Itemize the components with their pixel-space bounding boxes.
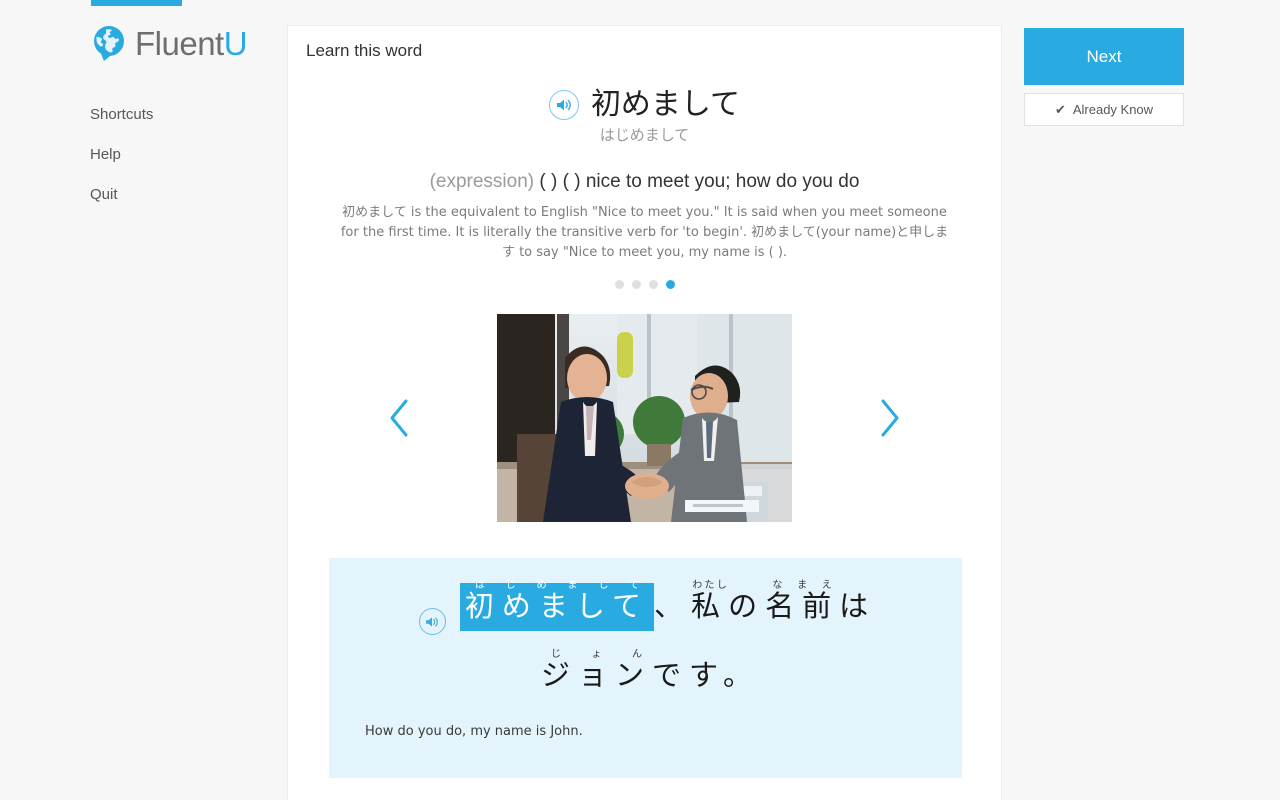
speaker-icon[interactable]	[548, 90, 579, 121]
pager-dot-1[interactable]	[614, 279, 624, 289]
example-japanese-line-2: ジョンじょんです。	[541, 649, 761, 692]
definition-pager	[288, 279, 1001, 289]
headword: 初めまして	[590, 87, 741, 122]
example-line-1: 初めましてはじめまして、私わたしの名前なまえは	[329, 580, 962, 635]
sidebar-item-shortcuts[interactable]: Shortcuts	[90, 106, 153, 123]
right-panel: Next ✔ Already Know	[1002, 6, 1280, 800]
check-icon: ✔	[1054, 101, 1066, 117]
learn-card: Learn this word 初めまして はじめまして (expression…	[287, 25, 1002, 800]
sidebar-nav: Shortcuts Help Quit	[90, 106, 153, 226]
example-token-no: の	[728, 589, 766, 623]
sidebar-item-help[interactable]: Help	[90, 146, 153, 163]
example-token-john[interactable]: ジョンじょん	[541, 649, 652, 692]
example-sentence-box: 初めましてはじめまして、私わたしの名前なまえは ジョンじょんです。 How do…	[329, 558, 962, 778]
logo-wordmark: FluentU	[135, 24, 248, 62]
chevron-left-icon[interactable]	[388, 398, 410, 438]
example-translation: How do you do, my name is John.	[365, 724, 583, 739]
next-button[interactable]: Next	[1024, 28, 1184, 85]
pager-dot-4[interactable]	[665, 279, 675, 289]
word-header: 初めまして はじめまして	[288, 87, 1001, 145]
usage-note: 初めまして is the equivalent to English "Nice…	[340, 204, 949, 260]
app-root: Support FluentU Shortcuts Help Quit	[0, 0, 1280, 800]
already-know-label: Already Know	[1072, 102, 1154, 117]
chevron-right-icon[interactable]	[879, 398, 901, 438]
definition-text: ( ) ( ) nice to meet you; how do you do	[539, 170, 860, 192]
example-token-desu: です。	[651, 658, 761, 692]
speaker-icon[interactable]	[418, 608, 446, 635]
pager-dot-3[interactable]	[648, 279, 658, 289]
part-of-speech: (expression)	[429, 170, 535, 192]
example-token-watashi[interactable]: 私わたし	[691, 580, 728, 623]
headword-reading: はじめまして	[599, 125, 690, 144]
example-line-2: ジョンじょんです。	[329, 649, 962, 690]
sidebar: FluentU Shortcuts Help Quit	[0, 6, 287, 800]
word-row: 初めまして	[288, 87, 1001, 123]
sidebar-item-quit[interactable]: Quit	[90, 186, 153, 203]
example-token-highlighted[interactable]: 初めましてはじめまして	[459, 580, 655, 631]
globe-speech-bubble-icon	[90, 24, 128, 62]
example-token-comma: 、	[654, 589, 692, 623]
pager-dot-2[interactable]	[631, 279, 641, 289]
example-token-namae[interactable]: 名前なまえ	[765, 580, 839, 623]
page-title: Learn this word	[306, 41, 423, 60]
already-know-button[interactable]: ✔ Already Know	[1024, 93, 1184, 126]
example-token-wa: は	[839, 589, 877, 623]
logo-text-primary: Fluent	[135, 24, 224, 62]
example-photo[interactable]	[497, 313, 792, 522]
fluentu-logo[interactable]: FluentU	[90, 24, 248, 62]
media-carousel	[288, 313, 1001, 523]
logo-text-accent: U	[223, 24, 248, 62]
example-japanese-line-1: 初めましてはじめまして、私わたしの名前なまえは	[459, 580, 877, 631]
definition-line: (expression) ( ) ( ) nice to meet you; h…	[288, 171, 1001, 193]
